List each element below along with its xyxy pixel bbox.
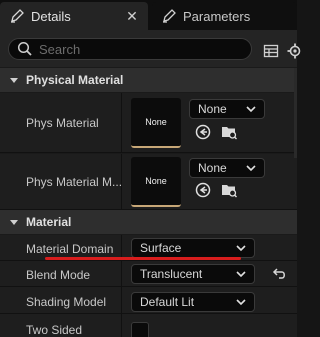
column-divider — [121, 261, 122, 287]
shading-model-dropdown[interactable]: Default Lit — [131, 292, 255, 312]
section-material[interactable]: Material — [0, 210, 297, 234]
asset-picker-combo[interactable]: None — [189, 158, 265, 178]
caret-down-icon — [10, 78, 18, 83]
property-label: Blend Mode — [26, 268, 91, 282]
column-divider — [121, 154, 122, 210]
tab-bar: Details ✕ Parameters — [0, 0, 297, 30]
thumbnail-label: None — [145, 117, 167, 127]
search-box[interactable] — [8, 38, 252, 60]
property-label: Two Sided — [26, 323, 83, 337]
reset-to-default-icon[interactable] — [272, 266, 288, 282]
column-divider — [121, 93, 122, 153]
combo-value: Surface — [140, 241, 182, 255]
property-label: Shading Model — [26, 295, 107, 309]
tab-parameters[interactable]: Parameters — [152, 2, 297, 30]
use-selected-asset-icon[interactable] — [194, 123, 212, 141]
column-divider — [121, 287, 122, 314]
browse-asset-icon[interactable] — [220, 123, 238, 141]
property-label: Phys Material — [26, 116, 99, 130]
material-thumbnail[interactable]: None — [131, 98, 181, 148]
thumbnail-label: None — [145, 176, 167, 186]
material-thumbnail[interactable]: None — [131, 157, 181, 207]
tab-details-label: Details — [31, 8, 71, 24]
row-separator — [0, 152, 297, 153]
chevron-down-icon — [246, 105, 256, 112]
highlight-annotation — [45, 257, 241, 260]
property-label: Material Domain — [26, 242, 114, 256]
property-row-phys-material: Phys Material None None — [0, 93, 297, 153]
combo-value: None — [198, 161, 227, 175]
table-view-icon[interactable] — [263, 43, 279, 59]
close-icon[interactable]: ✕ — [124, 8, 140, 24]
search-input[interactable] — [39, 41, 239, 57]
caret-down-icon — [10, 220, 18, 225]
scrollbar[interactable] — [294, 68, 297, 158]
search-icon — [17, 41, 32, 56]
settings-gear-icon[interactable] — [287, 43, 303, 59]
combo-value: None — [198, 102, 227, 116]
chevron-down-icon — [236, 270, 246, 277]
details-toolbar — [0, 30, 301, 67]
property-row-two-sided: Two Sided — [0, 314, 297, 337]
browse-asset-icon[interactable] — [220, 181, 238, 199]
chevron-down-icon — [236, 244, 246, 251]
tab-details[interactable]: Details ✕ — [0, 2, 148, 30]
combo-value: Translucent — [140, 267, 203, 281]
two-sided-checkbox[interactable] — [131, 322, 149, 337]
property-row-phys-material-mask: Phys Material M... None None — [0, 154, 297, 210]
property-row-shading-model: Shading Model Default Lit — [0, 287, 297, 314]
property-label: Phys Material M... — [26, 175, 123, 189]
tab-parameters-label: Parameters — [183, 8, 251, 24]
pencil-icon — [159, 6, 179, 26]
section-title: Physical Material — [26, 73, 124, 87]
combo-value: Default Lit — [140, 295, 195, 309]
chevron-down-icon — [236, 298, 246, 305]
use-selected-asset-icon[interactable] — [194, 181, 212, 199]
column-divider — [121, 314, 122, 337]
pencil-icon — [7, 6, 27, 26]
chevron-down-icon — [246, 164, 256, 171]
asset-picker-combo[interactable]: None — [189, 99, 265, 119]
blend-mode-dropdown[interactable]: Translucent — [131, 264, 255, 284]
section-physical-material[interactable]: Physical Material — [0, 68, 297, 92]
section-title: Material — [26, 215, 72, 229]
material-domain-dropdown[interactable]: Surface — [131, 238, 255, 258]
property-row-blend-mode: Blend Mode Translucent — [0, 261, 297, 287]
